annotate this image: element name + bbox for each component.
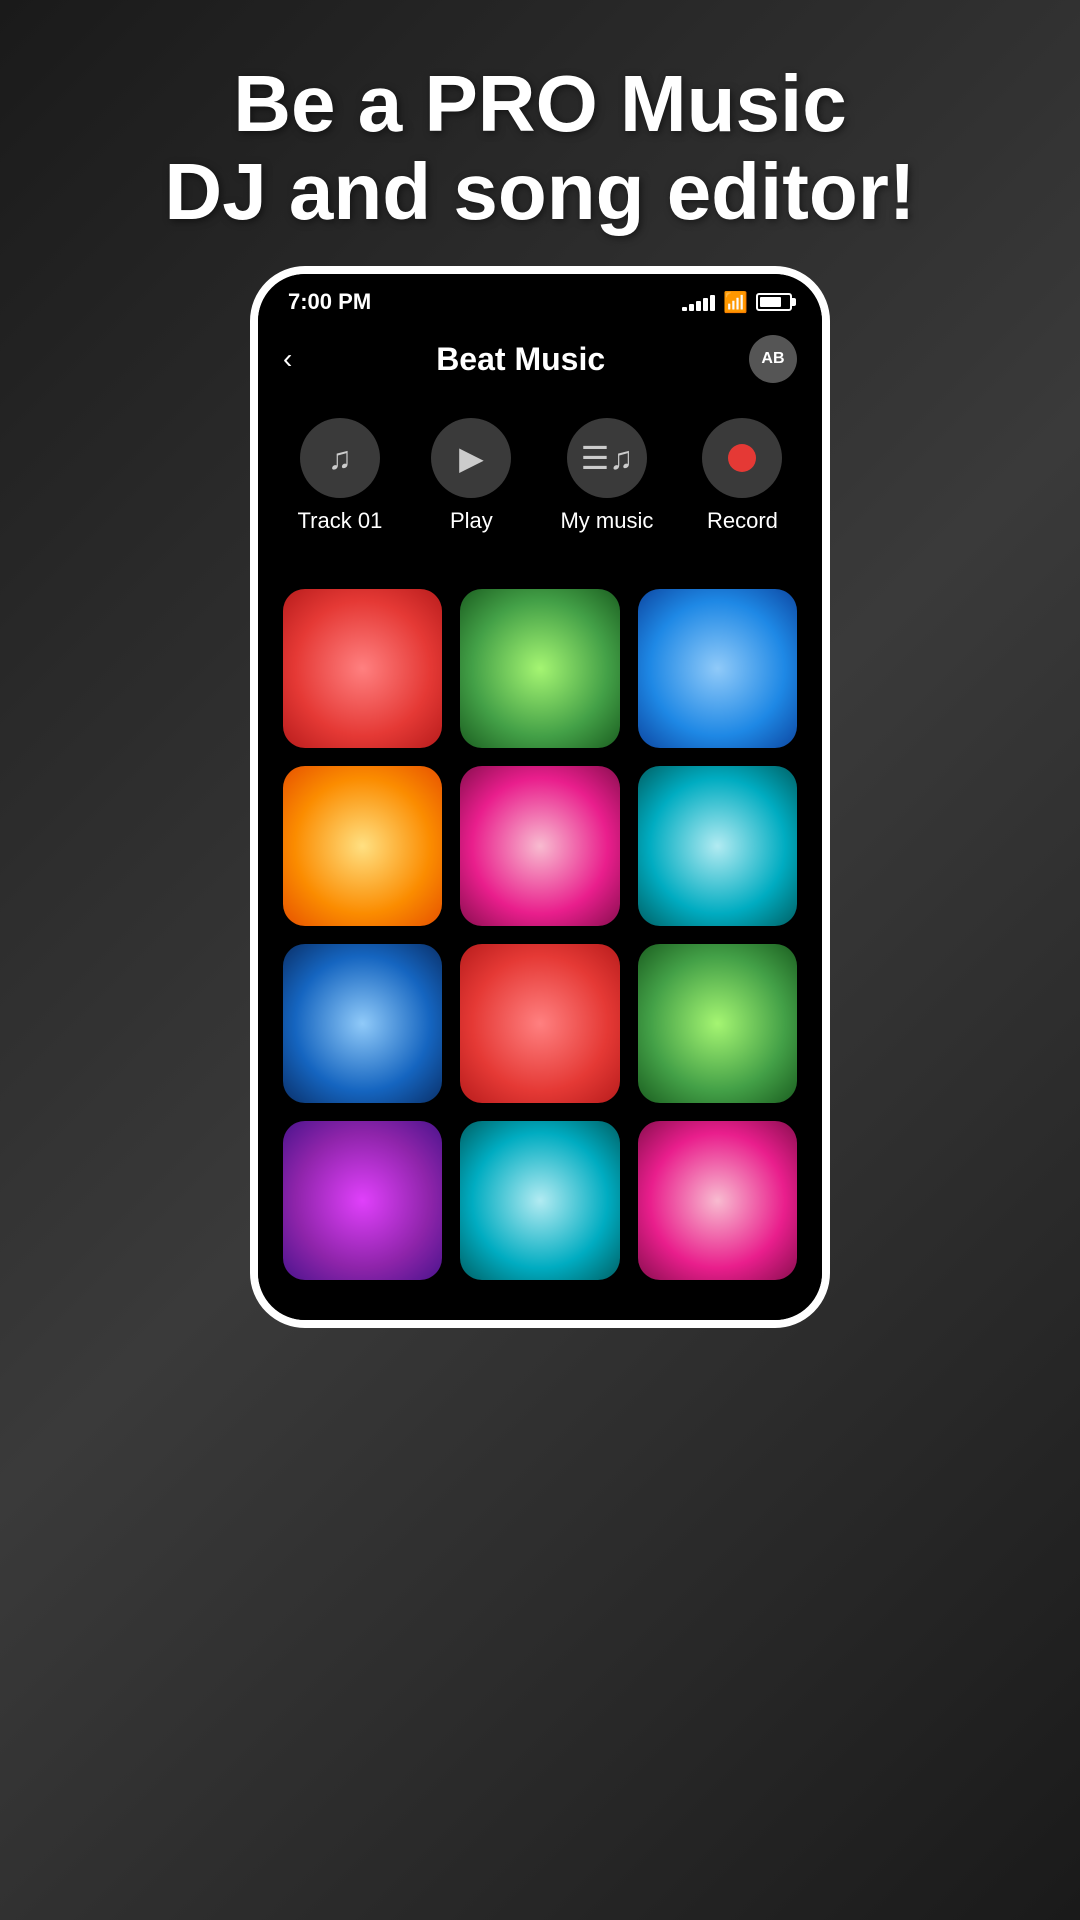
toolbar-label-play: Play [450,508,493,534]
toolbar-label-record: Record [707,508,778,534]
music-note-icon: ♫ [300,418,380,498]
phone-container: 7:00 PM 📶 ‹ Beat Music AB [250,266,830,1666]
headline-line1: Be a PRO Music [40,60,1040,148]
playlist-icon: ☰♫ [567,418,647,498]
pad-blue-1[interactable] [638,589,797,748]
signal-bars-icon [682,293,715,311]
pad-blue-2[interactable] [283,944,442,1103]
signal-bar-1 [682,307,687,311]
status-time: 7:00 PM [288,289,371,315]
pad-green-2[interactable] [638,944,797,1103]
pad-cyan-2[interactable] [460,1121,619,1280]
app-title: Beat Music [436,341,605,378]
pad-red-1[interactable] [283,589,442,748]
signal-bar-2 [689,304,694,311]
battery-fill [760,297,781,307]
ab-badge[interactable]: AB [749,335,797,383]
toolbar-item-mymusic[interactable]: ☰♫ My music [560,418,653,534]
signal-bar-5 [710,295,715,311]
app-header: ‹ Beat Music AB [258,325,822,398]
ab-label: AB [761,350,784,368]
status-bar: 7:00 PM 📶 [258,274,822,325]
signal-bar-4 [703,298,708,311]
pad-pink-1[interactable] [460,766,619,925]
signal-bar-3 [696,301,701,311]
toolbar-item-track01[interactable]: ♫ Track 01 [298,418,383,534]
battery-icon [756,293,792,311]
pad-cyan-1[interactable] [638,766,797,925]
toolbar-label-track01: Track 01 [298,508,383,534]
pad-green-1[interactable] [460,589,619,748]
pad-purple-1[interactable] [283,1121,442,1280]
wifi-icon: 📶 [723,290,748,315]
toolbar-label-mymusic: My music [560,508,653,534]
record-dot [728,444,756,472]
pad-grid [258,559,822,1320]
toolbar-item-record[interactable]: Record [702,418,782,534]
headline-text: Be a PRO Music DJ and song editor! [0,0,1080,266]
pad-orange-1[interactable] [283,766,442,925]
play-icon: ▶ [431,418,511,498]
phone-frame: 7:00 PM 📶 ‹ Beat Music AB [250,266,830,1328]
back-button[interactable]: ‹ [283,343,292,375]
headline-line2: DJ and song editor! [40,148,1040,236]
pad-pink-2[interactable] [638,1121,797,1280]
status-icons: 📶 [682,290,792,315]
pad-red-2[interactable] [460,944,619,1103]
record-icon [702,418,782,498]
toolbar: ♫ Track 01 ▶ Play ☰♫ My music [258,398,822,559]
toolbar-item-play[interactable]: ▶ Play [431,418,511,534]
